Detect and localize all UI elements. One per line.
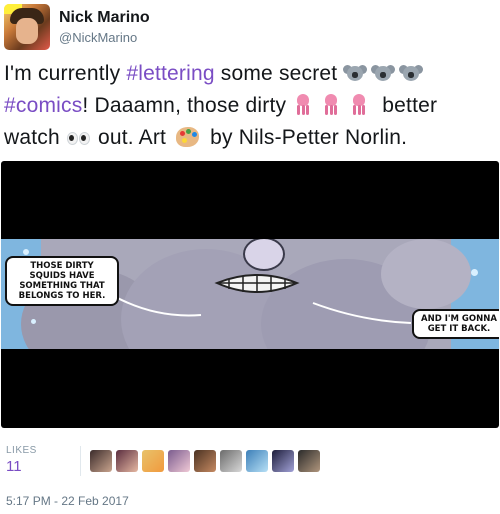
liker-avatar[interactable] — [246, 450, 268, 472]
hashtag-comics-link[interactable]: #comics — [4, 94, 82, 117]
tweet-header: Nick Marino @NickMarino — [4, 4, 494, 50]
likes-label: LIKES — [6, 445, 37, 456]
liker-avatar[interactable] — [272, 450, 294, 472]
squid-icon — [320, 94, 342, 116]
stats-divider — [80, 446, 81, 476]
author-handle[interactable]: @NickMarino — [59, 30, 137, 45]
text-segment: out. Art — [91, 126, 173, 149]
text-segment: I'm currently — [4, 62, 127, 85]
eyes-icon — [66, 130, 90, 145]
liker-avatar[interactable] — [194, 450, 216, 472]
speech-bubble-right: AND I'M GONNA GET IT BACK. — [412, 309, 499, 339]
koala-icon — [371, 63, 396, 83]
author-avatar[interactable] — [4, 4, 50, 50]
liker-avatar[interactable] — [142, 450, 164, 472]
squid-icon — [292, 94, 314, 116]
squid-icon — [348, 94, 370, 116]
hashtag-lettering-link[interactable]: #lettering — [126, 62, 214, 85]
speech-bubble-left: THOSE DIRTY SQUIDS HAVE SOMETHING THAT B… — [5, 256, 119, 306]
text-segment: by Nils-Petter Norlin. — [204, 126, 408, 149]
koala-icon — [343, 63, 368, 83]
comic-panel: THOSE DIRTY SQUIDS HAVE SOMETHING THAT B… — [1, 239, 499, 349]
liker-avatar[interactable] — [116, 450, 138, 472]
author-name[interactable]: Nick Marino — [59, 9, 150, 27]
koala-icon — [399, 63, 424, 83]
text-segment: some secret — [214, 62, 344, 85]
liker-avatar[interactable] — [168, 450, 190, 472]
likes-count[interactable]: 11 — [6, 458, 22, 475]
tweet-timestamp[interactable]: 5:17 PM - 22 Feb 2017 — [6, 494, 129, 508]
artist-palette-icon — [176, 126, 200, 148]
liker-avatar[interactable] — [220, 450, 242, 472]
tweet-text: I'm currently #lettering some secret #co… — [4, 58, 494, 154]
tweet-media-image[interactable]: THOSE DIRTY SQUIDS HAVE SOMETHING THAT B… — [1, 161, 499, 428]
liker-avatar[interactable] — [90, 450, 112, 472]
text-segment: ! Daaamn, those dirty — [82, 94, 293, 117]
liker-avatar[interactable] — [298, 450, 320, 472]
